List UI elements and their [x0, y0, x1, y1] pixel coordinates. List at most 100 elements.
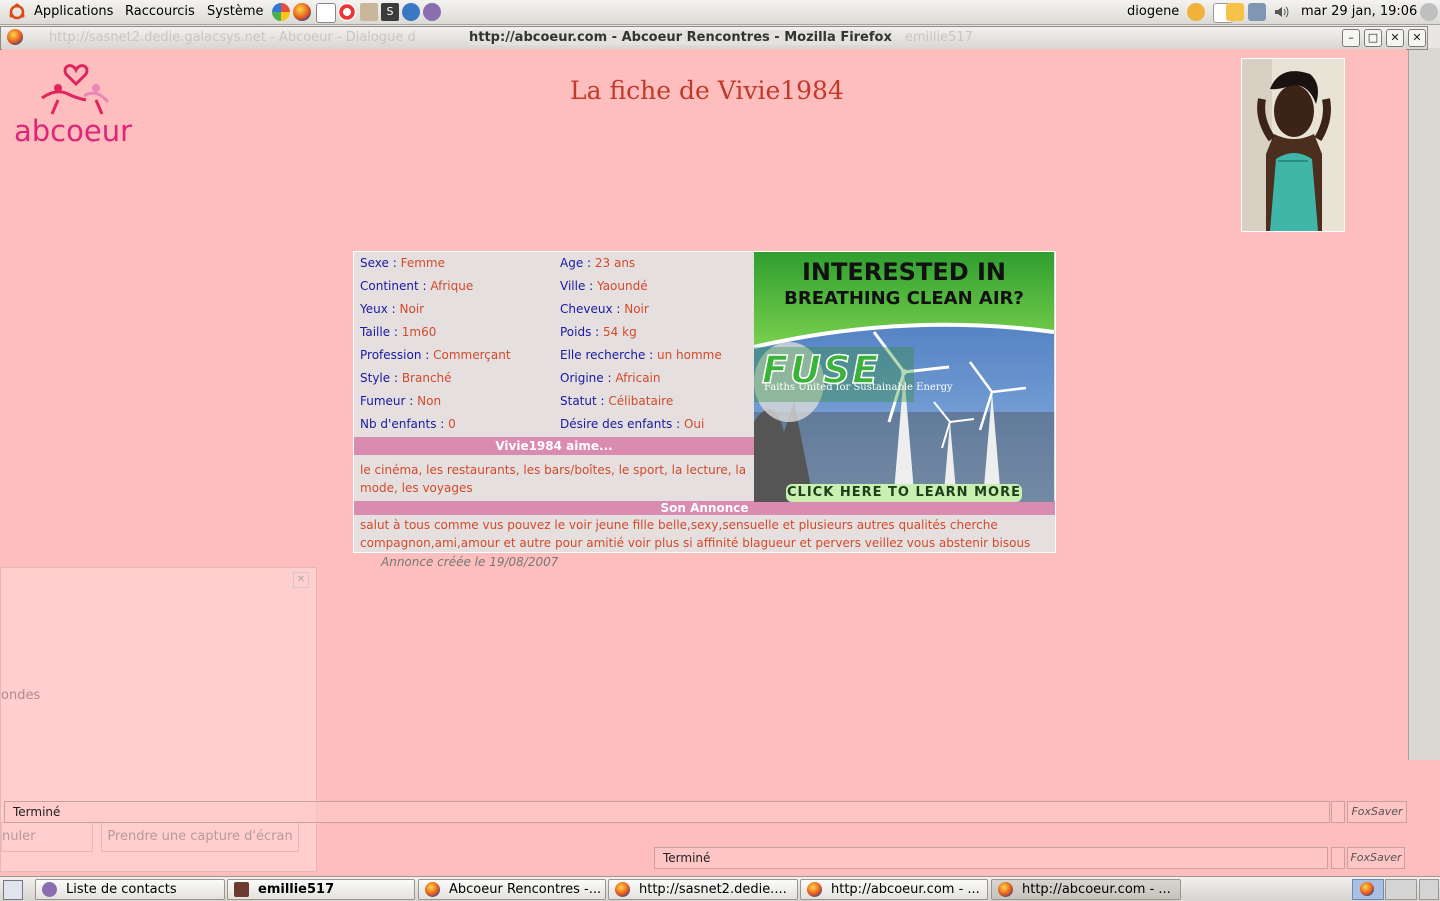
task-label: http://abcoeur.com - ... [1022, 882, 1171, 897]
field-profession: Profession : Commerçant [360, 348, 511, 362]
background-window-title: http://sasnet2.dedie.galacsys.net - Abco… [49, 30, 416, 45]
dialog-partial-text: ondes [1, 688, 41, 703]
firefox-icon [615, 882, 630, 897]
messenger-launcher-icon[interactable] [402, 3, 420, 21]
ubuntu-logo-icon[interactable] [8, 3, 26, 21]
menu-applications[interactable]: Applications [34, 4, 113, 19]
field-origine: Origine : Africain [560, 371, 661, 385]
background-status-bar: Terminé [654, 847, 1328, 869]
status-bar: Terminé [4, 801, 1330, 823]
workspace-2[interactable] [1385, 879, 1417, 900]
task-label: http://sasnet2.dedie.... [639, 882, 787, 897]
field-label: Profession [360, 348, 422, 362]
task-sasnet2[interactable]: http://sasnet2.dedie.... [608, 879, 798, 900]
background-window-edge [1408, 48, 1440, 760]
shutdown-icon[interactable] [1420, 3, 1438, 21]
show-desktop-icon[interactable] [3, 880, 23, 900]
top-panel: Applications Raccourcis Système S diogen… [0, 0, 1440, 25]
profile-photo[interactable] [1241, 58, 1345, 232]
field-value: Yaoundé [597, 279, 648, 293]
field-value: 0 [448, 417, 456, 431]
field-value: 1m60 [401, 325, 437, 339]
help-launcher-icon[interactable] [338, 3, 356, 21]
ad-banner[interactable]: INTERESTED IN BREATHING CLEAN AIR? FUSE … [754, 252, 1054, 502]
field-label: Continent [360, 279, 419, 293]
field-ville: Ville : Yaoundé [560, 279, 648, 293]
volume-icon[interactable] [1273, 3, 1291, 21]
page-title: La fiche de Vivie1984 [570, 76, 844, 105]
field-label: Sexe [360, 256, 389, 270]
field-continent: Continent : Afrique [360, 279, 474, 293]
firefox-workspace-icon [1360, 882, 1374, 896]
created-date: Annonce créée le 19/08/2007 [381, 555, 559, 569]
background-status-text: Terminé [663, 851, 711, 865]
network-icon[interactable] [1248, 3, 1266, 21]
trash-icon[interactable] [1419, 879, 1439, 900]
mail-launcher-icon[interactable] [316, 3, 336, 23]
launcher-ubuntuone-icon[interactable] [272, 3, 290, 21]
tools-launcher-icon[interactable] [360, 3, 378, 21]
field-value: 23 ans [594, 256, 636, 270]
field-label: Fumeur [360, 394, 406, 408]
field-value: un homme [657, 348, 722, 362]
dialog-cancel-button[interactable]: nuler [1, 822, 93, 852]
field-value: Oui [683, 417, 705, 431]
update-notifier-icon[interactable] [1187, 3, 1205, 21]
take-screenshot-button[interactable]: Prendre une capture d'écran [101, 822, 299, 852]
ad-tagline: Faiths United for Sustainable Energy [764, 382, 953, 393]
menu-system[interactable]: Système [207, 4, 263, 19]
clock[interactable]: mar 29 jan, 19:06 [1301, 4, 1417, 19]
abcoeur-logo[interactable]: abcoeur [14, 60, 144, 150]
chat-notification-icon[interactable] [1226, 3, 1244, 21]
firefox-icon [807, 882, 822, 897]
field-taille: Taille : 1m60 [360, 325, 437, 339]
field-label: Style [360, 371, 391, 385]
logo-hearts-icon [41, 64, 110, 115]
field-label: Origine [560, 371, 604, 385]
status-text: Terminé [13, 805, 61, 819]
field-age: Age : 23 ans [560, 256, 636, 270]
field-poids: Poids : 54 kg [560, 325, 637, 339]
field-nb-enfants: Nb d'enfants : 0 [360, 417, 456, 431]
window-titlebar[interactable]: http://sasnet2.dedie.galacsys.net - Abco… [0, 26, 1428, 50]
task-abcoeur-1[interactable]: http://abcoeur.com - ... [800, 879, 988, 900]
field-label: Ville [560, 279, 586, 293]
close-background-window-button[interactable]: ✕ [1408, 29, 1426, 47]
logo-text: abcoeur [14, 114, 133, 148]
field-yeux: Yeux : Noir [360, 302, 425, 316]
field-label: Désire des enfants [560, 417, 673, 431]
field-sexe: Sexe : Femme [360, 256, 445, 270]
field-fumeur: Fumeur : Non [360, 394, 442, 408]
task-abcoeur-2-active[interactable]: http://abcoeur.com - ... [991, 879, 1181, 900]
background-foxsaver-button[interactable]: FoxSaver [1347, 847, 1405, 869]
firefox-launcher-icon[interactable] [293, 3, 311, 21]
field-label: Poids [560, 325, 592, 339]
close-window-button[interactable]: ✕ [1386, 29, 1404, 47]
dialog-close-button[interactable]: ✕ [293, 572, 309, 588]
likes-text: le cinéma, les restaurants, les bars/boî… [360, 463, 747, 495]
menu-shortcuts[interactable]: Raccourcis [125, 4, 195, 19]
terminal-launcher-icon[interactable]: S [381, 3, 399, 21]
task-emillie[interactable]: emillie517 [227, 879, 415, 900]
task-contacts[interactable]: Liste de contacts [35, 879, 225, 900]
field-value: Afrique [430, 279, 474, 293]
minimize-button[interactable]: – [1342, 29, 1360, 47]
ad-cta-button[interactable]: CLICK HERE TO LEARN MORE [786, 485, 1022, 500]
task-abcoeur-rencontres[interactable]: Abcoeur Rencontres -... [418, 879, 606, 900]
annonce-header: Son Annonce [354, 501, 1055, 515]
status-progress [1331, 801, 1345, 823]
maximize-button[interactable]: □ [1364, 29, 1382, 47]
task-label: Liste de contacts [66, 882, 177, 897]
field-label: Nb d'enfants [360, 417, 437, 431]
field-value: Africain [615, 371, 661, 385]
pidgin-launcher-icon[interactable] [423, 3, 441, 21]
field-label: Statut [560, 394, 597, 408]
likes-header: Vivie1984 aime... [354, 437, 754, 455]
workspace-1[interactable] [1352, 879, 1384, 900]
screenshot-dialog: ✕ ondes nuler Prendre une capture d'écra… [0, 567, 317, 872]
user-name[interactable]: diogene [1127, 4, 1179, 19]
field-value: Noir [624, 302, 649, 316]
task-label: emillie517 [258, 882, 335, 897]
foxsaver-button[interactable]: FoxSaver [1347, 801, 1407, 823]
field-label: Age [560, 256, 584, 270]
